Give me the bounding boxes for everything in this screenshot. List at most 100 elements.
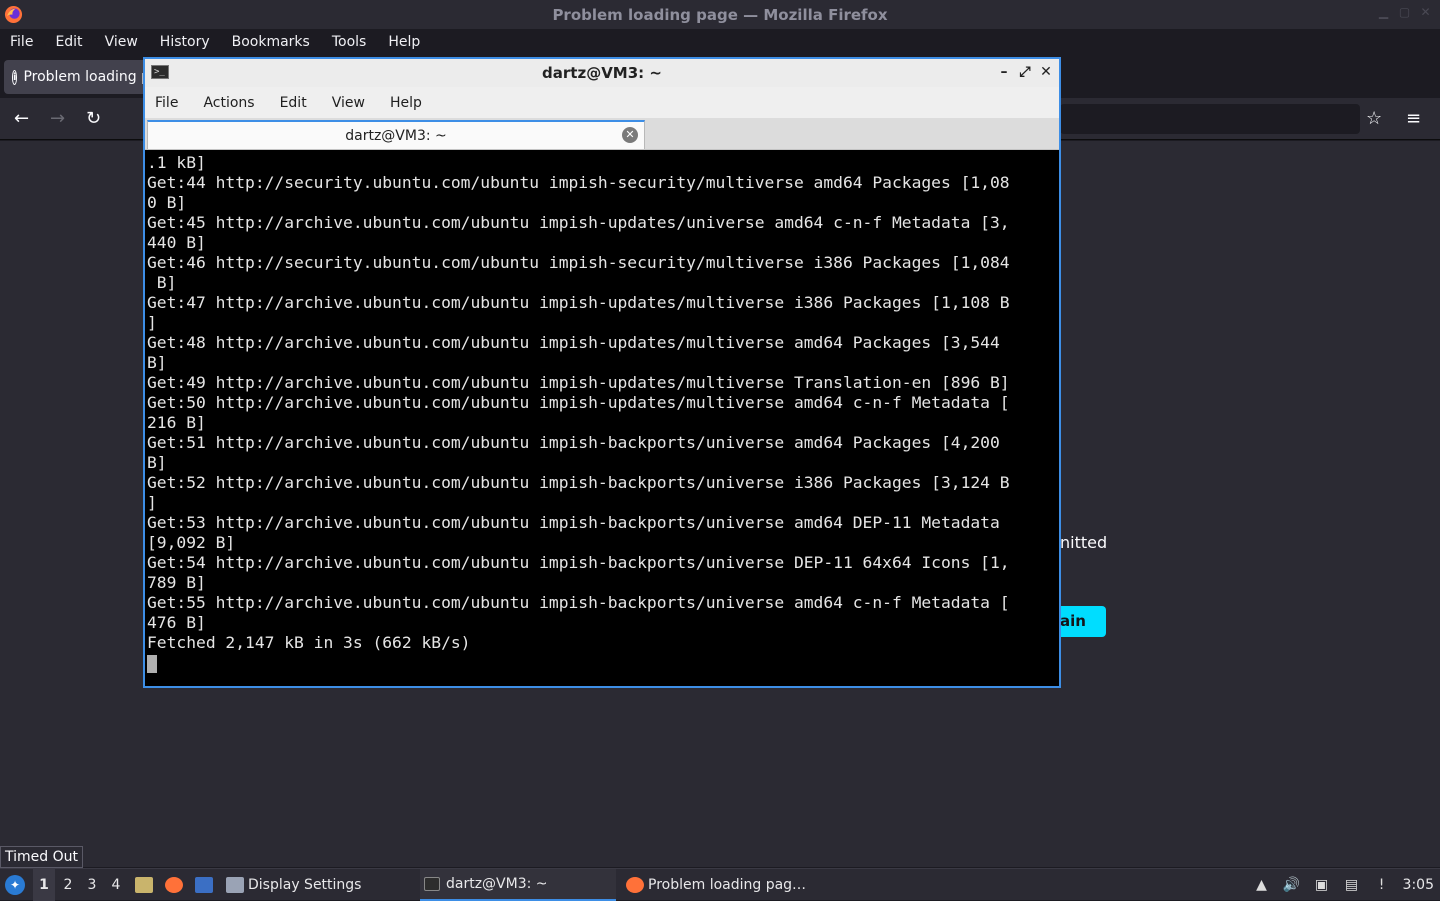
menu-view[interactable]: View xyxy=(332,95,365,111)
menu-tools[interactable]: Tools xyxy=(332,34,367,50)
terminal-output[interactable]: .1 kB] Get:44 http://security.ubuntu.com/… xyxy=(147,153,1055,683)
maximize-icon[interactable]: ⤢ xyxy=(1018,64,1032,80)
display-settings-icon xyxy=(226,877,244,893)
terminal-line: 440 B] xyxy=(147,233,206,252)
terminal-menubar: File Actions Edit View Help xyxy=(145,87,1059,118)
terminal-line: .1 kB] xyxy=(147,153,206,172)
terminal-window-controls: – ⤢ ✕ xyxy=(997,64,1053,80)
minimize-icon[interactable]: ▁ xyxy=(1377,6,1390,19)
terminal-line: Fetched 2,147 kB in 3s (662 kB/s) xyxy=(147,633,471,652)
terminal-tab[interactable]: dartz@VM3: ~ ✕ xyxy=(147,120,645,149)
task-label: dartz@VM3: ~ xyxy=(446,876,548,892)
firefox-icon xyxy=(626,877,644,893)
terminal-line: Get:50 http://archive.ubuntu.com/ubuntu … xyxy=(147,393,1010,412)
clipboard-icon[interactable]: ▤ xyxy=(1343,876,1361,894)
terminal-window-title: dartz@VM3: ~ xyxy=(542,64,662,82)
update-notifier-icon[interactable]: ! xyxy=(1373,876,1391,894)
terminal-line: Get:45 http://archive.ubuntu.com/ubuntu … xyxy=(147,213,1010,232)
firefox-window-controls: ▁ ▢ ✕ xyxy=(1377,6,1432,19)
network-icon[interactable]: ▣ xyxy=(1313,876,1331,894)
terminal-line: Get:53 http://archive.ubuntu.com/ubuntu … xyxy=(147,513,1000,532)
minimize-icon[interactable]: – xyxy=(997,64,1011,80)
terminal-icon xyxy=(424,877,440,891)
firefox-window-title: Problem loading page — Mozilla Firefox xyxy=(552,5,888,24)
menu-actions[interactable]: Actions xyxy=(203,95,254,111)
menu-edit[interactable]: Edit xyxy=(280,95,307,111)
terminal-line: 0 B] xyxy=(147,193,187,212)
task-label: Display Settings xyxy=(248,877,362,893)
taskbar: ✦ 1 2 3 4 Display Settings dartz@VM3: ~ … xyxy=(0,868,1440,901)
hamburger-menu-icon[interactable]: ≡ xyxy=(1406,108,1421,129)
forward-arrow-icon[interactable]: → xyxy=(50,108,65,129)
system-tray: ▲ 🔊 ▣ ▤ ! 3:05 xyxy=(1253,869,1440,901)
terminal-tab-title: dartz@VM3: ~ xyxy=(345,127,447,144)
menu-history[interactable]: History xyxy=(160,34,210,50)
status-tooltip: Timed Out xyxy=(0,846,83,868)
terminal-line: Get:49 http://archive.ubuntu.com/ubuntu … xyxy=(147,373,1010,392)
task-display-settings[interactable]: Display Settings xyxy=(222,869,416,901)
menu-view[interactable]: View xyxy=(105,34,138,50)
menu-help[interactable]: Help xyxy=(390,95,422,111)
task-firefox[interactable]: Problem loading pag… xyxy=(622,869,822,901)
workspace-4[interactable]: 4 xyxy=(105,869,127,901)
terminal-window: >_ dartz@VM3: ~ – ⤢ ✕ File Actions Edit … xyxy=(143,57,1061,688)
info-icon: i xyxy=(12,69,18,85)
menu-file[interactable]: File xyxy=(155,95,178,111)
desktop-launcher[interactable] xyxy=(192,869,216,901)
menu-bookmarks[interactable]: Bookmarks xyxy=(232,34,310,50)
firefox-icon xyxy=(165,877,183,893)
terminal-line: Get:51 http://archive.ubuntu.com/ubuntu … xyxy=(147,433,1000,452)
terminal-line: 476 B] xyxy=(147,613,206,632)
terminal-line: B] xyxy=(147,453,167,472)
terminal-line: Get:47 http://archive.ubuntu.com/ubuntu … xyxy=(147,293,1010,312)
workspace-2[interactable]: 2 xyxy=(57,869,79,901)
firefox-titlebar: Problem loading page — Mozilla Firefox ▁… xyxy=(0,0,1440,29)
terminal-line: Get:54 http://archive.ubuntu.com/ubuntu … xyxy=(147,553,1010,572)
terminal-app-icon: >_ xyxy=(151,65,169,79)
terminal-line: Get:46 http://security.ubuntu.com/ubuntu… xyxy=(147,253,1010,272)
maximize-icon[interactable]: ▢ xyxy=(1398,6,1411,19)
terminal-prompt-line xyxy=(147,653,1055,673)
terminal-line: ] xyxy=(147,493,157,512)
menu-file[interactable]: File xyxy=(10,34,33,50)
terminal-tabbar: dartz@VM3: ~ ✕ xyxy=(145,118,1059,150)
folder-icon xyxy=(135,877,153,893)
menu-edit[interactable]: Edit xyxy=(55,34,82,50)
task-terminal[interactable]: dartz@VM3: ~ xyxy=(420,869,616,901)
volume-icon[interactable]: 🔊 xyxy=(1283,876,1301,894)
bookmark-star-icon[interactable]: ☆ xyxy=(1366,108,1382,129)
task-label: Problem loading pag… xyxy=(648,877,807,893)
try-again-button[interactable]: ain xyxy=(1060,606,1106,637)
workspace-3[interactable]: 3 xyxy=(81,869,103,901)
menu-help[interactable]: Help xyxy=(388,34,420,50)
terminal-line: Get:55 http://archive.ubuntu.com/ubuntu … xyxy=(147,593,1010,612)
close-tab-icon[interactable]: ✕ xyxy=(622,127,638,143)
error-description-text: nitted xyxy=(1060,533,1108,552)
terminal-line: [9,092 B] xyxy=(147,533,236,552)
terminal-line: 216 B] xyxy=(147,413,206,432)
back-arrow-icon[interactable]: ← xyxy=(14,108,29,129)
tray-up-arrow-icon[interactable]: ▲ xyxy=(1253,876,1271,894)
terminal-line: B] xyxy=(147,273,177,292)
clock[interactable]: 3:05 xyxy=(1403,877,1434,893)
file-manager-launcher[interactable] xyxy=(132,869,156,901)
terminal-cursor xyxy=(147,654,157,673)
firefox-logo-icon xyxy=(4,5,23,24)
firefox-menubar: File Edit View History Bookmarks Tools H… xyxy=(0,29,1440,54)
firefox-launcher[interactable] xyxy=(162,869,186,901)
close-icon[interactable]: ✕ xyxy=(1419,6,1432,19)
url-bar[interactable] xyxy=(1060,104,1360,134)
terminal-titlebar[interactable]: >_ dartz@VM3: ~ – ⤢ ✕ xyxy=(145,59,1059,87)
terminal-line: 789 B] xyxy=(147,573,206,592)
show-desktop-icon xyxy=(195,877,213,893)
firefox-tab[interactable]: i Problem loading page xyxy=(4,60,164,94)
workspace-1[interactable]: 1 xyxy=(33,869,55,901)
terminal-line: Get:52 http://archive.ubuntu.com/ubuntu … xyxy=(147,473,1010,492)
terminal-line: Get:48 http://archive.ubuntu.com/ubuntu … xyxy=(147,333,1000,352)
terminal-line: B] xyxy=(147,353,167,372)
lubuntu-logo-icon: ✦ xyxy=(5,875,25,895)
close-icon[interactable]: ✕ xyxy=(1039,64,1053,80)
terminal-line: Get:44 http://security.ubuntu.com/ubuntu… xyxy=(147,173,1010,192)
reload-icon[interactable]: ↻ xyxy=(86,108,101,129)
start-menu-button[interactable]: ✦ xyxy=(5,869,27,901)
